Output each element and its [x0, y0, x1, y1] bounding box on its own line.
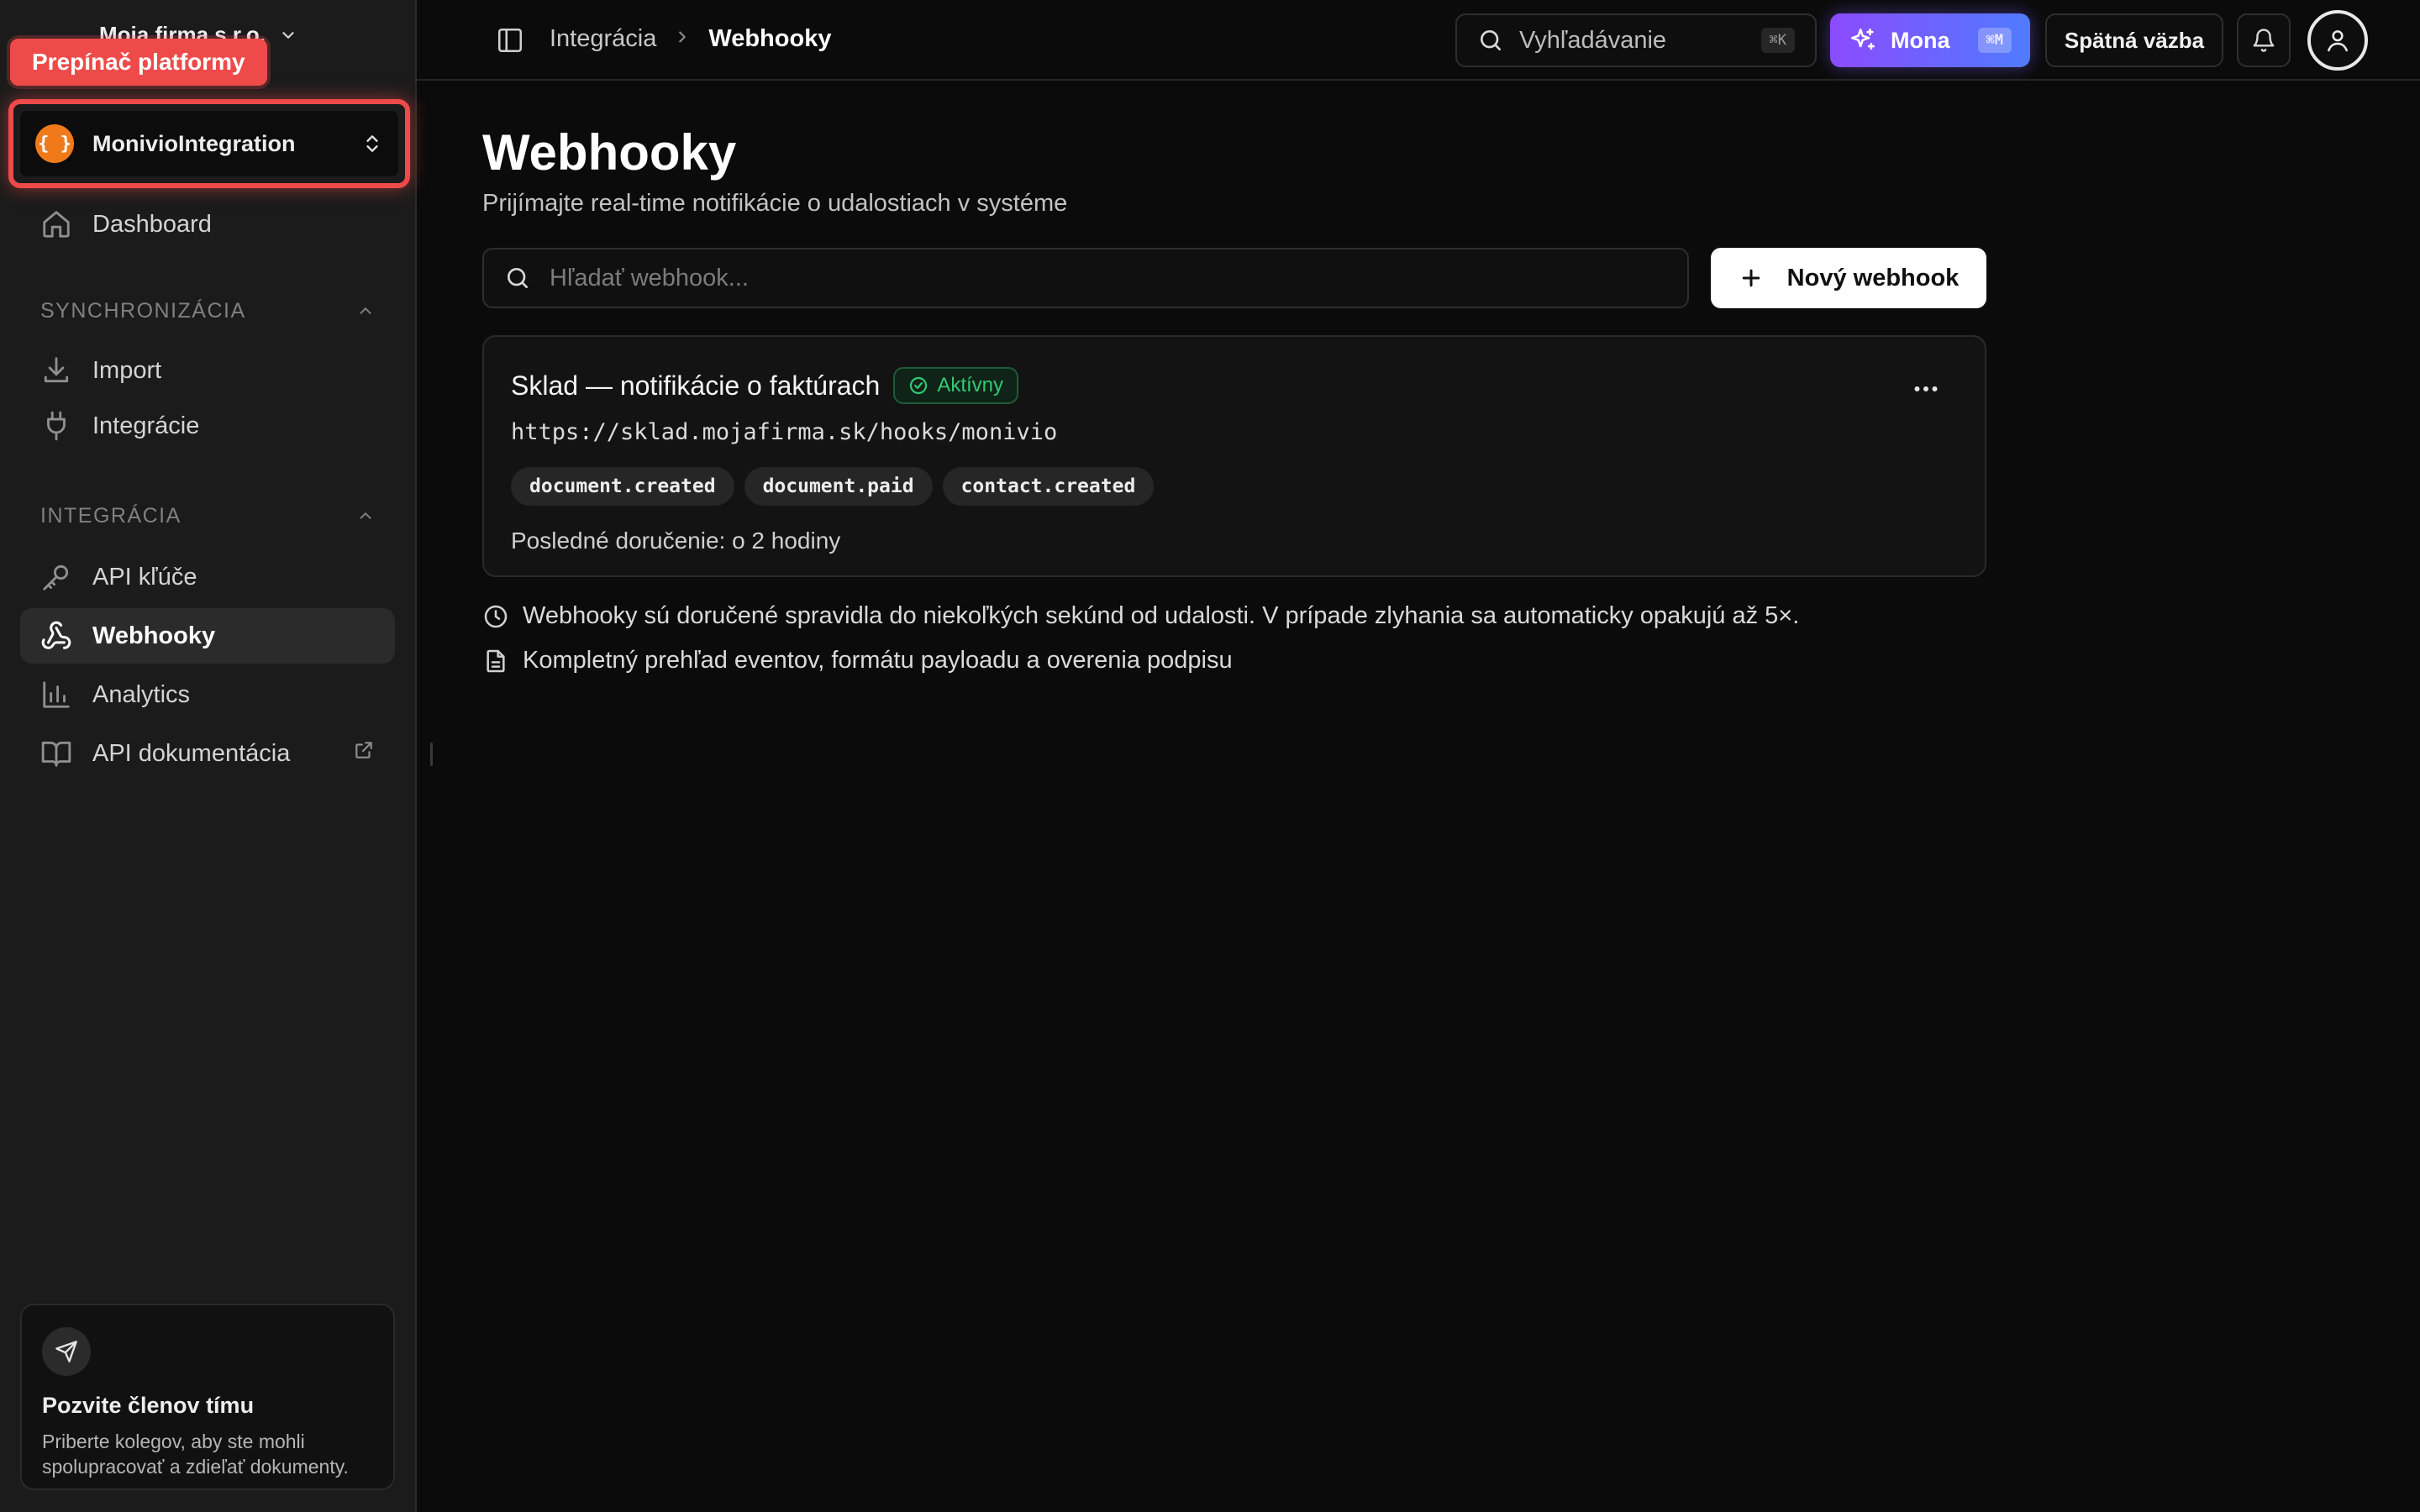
key-icon: [43, 564, 69, 591]
webhook-url: https://sklad.mojafirma.sk/hooks/monivio: [511, 419, 1058, 445]
webhook-search[interactable]: [482, 248, 1689, 308]
sidebar-item-api-docs[interactable]: API dokumentácia: [20, 726, 395, 781]
chevron-right-icon: [679, 31, 687, 43]
global-search-placeholder: Vyhľadávanie: [1519, 26, 1667, 54]
bar-chart-icon: [43, 681, 70, 708]
sidebar-item-dashboard[interactable]: Dashboard: [20, 197, 395, 252]
highlight-frame: { } MonivioIntegration: [8, 99, 410, 188]
section-header-integration[interactable]: INTEGRÁCIA: [20, 499, 395, 533]
toolbar: Nový webhook: [482, 248, 1986, 308]
invite-card[interactable]: Pozvite členov tímu Priberte kolegov, ab…: [20, 1304, 395, 1490]
platform-logo-icon: { }: [35, 124, 74, 163]
search-icon: [508, 268, 528, 288]
new-webhook-label: Nový webhook: [1786, 264, 1960, 291]
sparkles-icon: [1850, 28, 1876, 50]
last-delivery: Posledné doručenie: o 2 hodiny: [511, 528, 841, 554]
nav-section-integration: INTEGRÁCIA API kľúče Webhooky Analytics …: [20, 499, 395, 781]
sidebar-toggle-icon[interactable]: [496, 26, 524, 55]
chevrons-up-down-icon: [366, 135, 378, 152]
topbar: Integrácia Webhooky Vyhľadávanie ⌘K Mona…: [417, 0, 2420, 81]
webhook-icon: [41, 621, 71, 649]
sidebar-item-label: API dokumentácia: [92, 739, 291, 767]
section-label: SYNCHRONIZÁCIA: [40, 298, 246, 323]
webhook-name: Sklad — notifikácie o faktúrach: [511, 370, 881, 401]
event-chip: contact.created: [942, 467, 1155, 506]
notifications-button[interactable]: [2237, 13, 2291, 67]
breadcrumb-item[interactable]: Integrácia: [550, 25, 656, 53]
nav-section-sync: SYNCHRONIZÁCIA Import Integrácie: [20, 294, 395, 454]
invite-icon-circle: [42, 1327, 91, 1376]
platform-switcher[interactable]: { } MonivioIntegration: [20, 111, 398, 176]
sidebar-item-import[interactable]: Import: [20, 343, 395, 398]
sidebar-item-integracie[interactable]: Integrácie: [20, 398, 395, 454]
plus-icon: [1742, 269, 1760, 287]
external-link[interactable]: [353, 739, 375, 768]
webhook-card-header: Sklad — notifikácie o faktúrach Aktívny: [511, 367, 1958, 404]
platform-switcher-tooltip: Prepínač platformy: [10, 39, 267, 86]
webhook-search-input[interactable]: [550, 264, 1667, 292]
shortcut-badge: ⌘K: [1760, 28, 1795, 53]
chevron-down-icon: [282, 31, 294, 39]
nav-top: Dashboard: [20, 197, 395, 252]
new-webhook-button[interactable]: Nový webhook: [1711, 248, 1986, 308]
mona-label: Mona: [1891, 27, 1950, 53]
breadcrumb: Integrácia Webhooky: [550, 25, 831, 53]
sidebar-item-analytics[interactable]: Analytics: [20, 667, 395, 722]
event-chip: document.created: [511, 467, 734, 506]
sidebar-item-api-keys[interactable]: API kľúče: [20, 549, 395, 605]
event-chip: document.paid: [744, 467, 933, 506]
user-avatar[interactable]: [2307, 10, 2368, 71]
check-circle-icon: [910, 376, 928, 395]
mona-assistant-button[interactable]: Mona ⌘M: [1830, 13, 2030, 67]
plug-icon: [47, 411, 66, 441]
document-icon: [487, 649, 505, 672]
download-icon: [44, 357, 69, 383]
clock-icon: [484, 605, 508, 627]
bell-icon: [2253, 29, 2275, 52]
webhook-card[interactable]: Sklad — notifikácie o faktúrach Aktívny …: [482, 335, 1986, 577]
home-icon: [43, 211, 70, 238]
external-link-icon: [355, 742, 372, 759]
sidebar-item-label: API kľúče: [92, 563, 197, 591]
page-content: Webhooky Prijímajte real-time notifikáci…: [482, 81, 1986, 675]
invite-title: Pozvite členov tímu: [42, 1393, 255, 1418]
breadcrumb-separator: [673, 25, 692, 53]
more-horizontal-icon: [1914, 386, 1938, 391]
sidebar-item-label: Analytics: [92, 680, 191, 708]
sidebar-item-label: Webhooky: [92, 622, 216, 649]
global-search[interactable]: Vyhľadávanie ⌘K: [1455, 13, 1817, 67]
invite-text: Priberte kolegov, aby ste mohli spolupra…: [42, 1431, 349, 1478]
section-label: INTEGRÁCIA: [40, 503, 182, 528]
feedback-button[interactable]: Spätná väzba: [2045, 13, 2223, 67]
search-icon: [1481, 30, 1501, 50]
chevron-up-icon: [360, 512, 371, 519]
user-icon: [2328, 30, 2348, 52]
app-root: Moja firma s.r.o. Prepínač platformy { }…: [0, 0, 2420, 1512]
book-icon: [41, 741, 71, 767]
status-badge: Aktívny: [893, 367, 1019, 404]
info-docs-text: Kompletný prehľad eventov, formátu paylo…: [523, 647, 1233, 674]
info-delivery: Webhooky sú doručené spravidla do niekoľ…: [482, 602, 1986, 630]
main-area: Integrácia Webhooky Vyhľadávanie ⌘K Mona…: [417, 0, 2420, 1512]
sidebar-item-label: Import: [92, 356, 162, 384]
page-subtitle: Prijímajte real-time notifikácie o udalo…: [482, 190, 1068, 217]
status-label: Aktívny: [937, 374, 1004, 396]
event-list: document.created document.paid contact.c…: [511, 467, 1958, 506]
section-header-sync[interactable]: SYNCHRONIZÁCIA: [20, 294, 395, 328]
sidebar: Moja firma s.r.o. Prepínač platformy { }…: [0, 0, 417, 1512]
page-title: Webhooky: [482, 124, 737, 181]
info-delivery-text: Webhooky sú doručené spravidla do niekoľ…: [523, 602, 1800, 629]
sidebar-item-label: Integrácie: [92, 412, 200, 439]
info-docs[interactable]: Kompletný prehľad eventov, formátu paylo…: [482, 647, 1986, 675]
send-icon: [55, 1341, 77, 1362]
breadcrumb-current: Webhooky: [708, 25, 832, 52]
chevron-up-icon: [360, 307, 371, 314]
platform-name: MonivioIntegration: [92, 130, 296, 156]
webhook-more-button[interactable]: [1907, 370, 1944, 407]
sidebar-item-label: Dashboard: [92, 210, 212, 238]
sidebar-item-webhooky[interactable]: Webhooky: [20, 608, 395, 664]
shortcut-badge: ⌘M: [1977, 28, 2012, 53]
